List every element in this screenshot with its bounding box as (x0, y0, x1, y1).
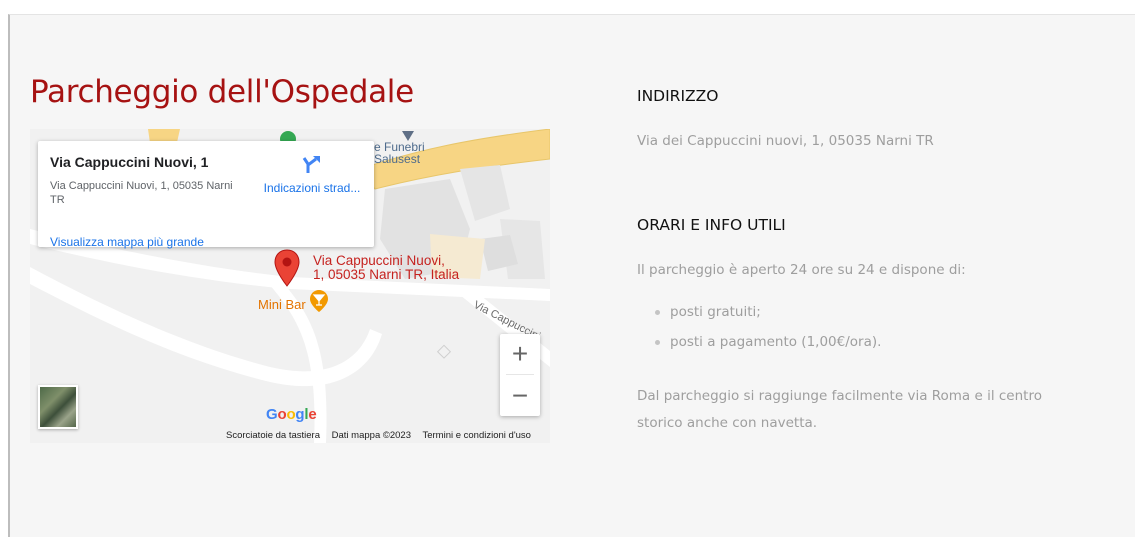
list-item: posti a pagamento (1,00€/ora). (652, 334, 881, 364)
embedded-map[interactable]: e Funebri Salusest Via Cappuccini Nuovi,… (30, 129, 550, 443)
directions-button[interactable]: Indicazioni strad... (262, 153, 362, 195)
access-note: Dal parcheggio si raggiunge facilmente v… (637, 388, 1042, 431)
place-label-funebri: e Funebri Salusest (374, 140, 425, 166)
address-text: Via dei Cappuccini nuovi, 1, 05035 Narni… (637, 133, 934, 149)
parking-options-list: posti gratuiti; posti a pagamento (1,00€… (652, 304, 881, 364)
address-heading: INDIRIZZO (637, 87, 719, 105)
bar-icon[interactable] (309, 289, 329, 313)
zoom-control: + − (500, 334, 540, 416)
keyboard-shortcuts-link[interactable]: Scorciatoie da tastiera (226, 430, 320, 441)
map-info-card: Via Cappuccini Nuovi, 1 Via Cappuccini N… (38, 141, 374, 249)
bullet-dot (655, 340, 660, 345)
pin-label: Via Cappuccini Nuovi, 1, 05035 Narni TR,… (313, 253, 460, 282)
terms-link[interactable]: Termini e condizioni d'uso (422, 430, 530, 441)
zoom-in-button[interactable]: + (500, 334, 540, 374)
map-footer: Scorciatoie da tastiera Dati mappa ©2023… (226, 430, 540, 441)
zoom-divider (506, 374, 534, 375)
hours-heading: ORARI E INFO UTILI (637, 216, 786, 234)
directions-icon (302, 156, 320, 173)
zoom-out-button[interactable]: − (500, 376, 540, 416)
info-card-address: Via Cappuccini Nuovi, 1, 05035 Narni TR (50, 180, 233, 206)
map-data-text: Dati mappa ©2023 (331, 430, 411, 441)
location-pin-icon[interactable] (274, 249, 300, 287)
bullet-dot (655, 310, 660, 315)
google-logo: Google (266, 406, 317, 423)
page-title: Parcheggio dell'Ospedale (30, 74, 414, 110)
info-card-title: Via Cappuccini Nuovi, 1 (50, 154, 209, 170)
satellite-toggle[interactable] (38, 385, 78, 429)
list-item: posti gratuiti; (652, 304, 881, 334)
directions-label: Indicazioni strad... (263, 181, 361, 195)
place-label-minibar[interactable]: Mini Bar (258, 297, 306, 312)
hours-intro: Il parcheggio è aperto 24 ore su 24 e di… (637, 262, 966, 278)
view-larger-map-link[interactable]: Visualizza mappa più grande (50, 235, 204, 249)
